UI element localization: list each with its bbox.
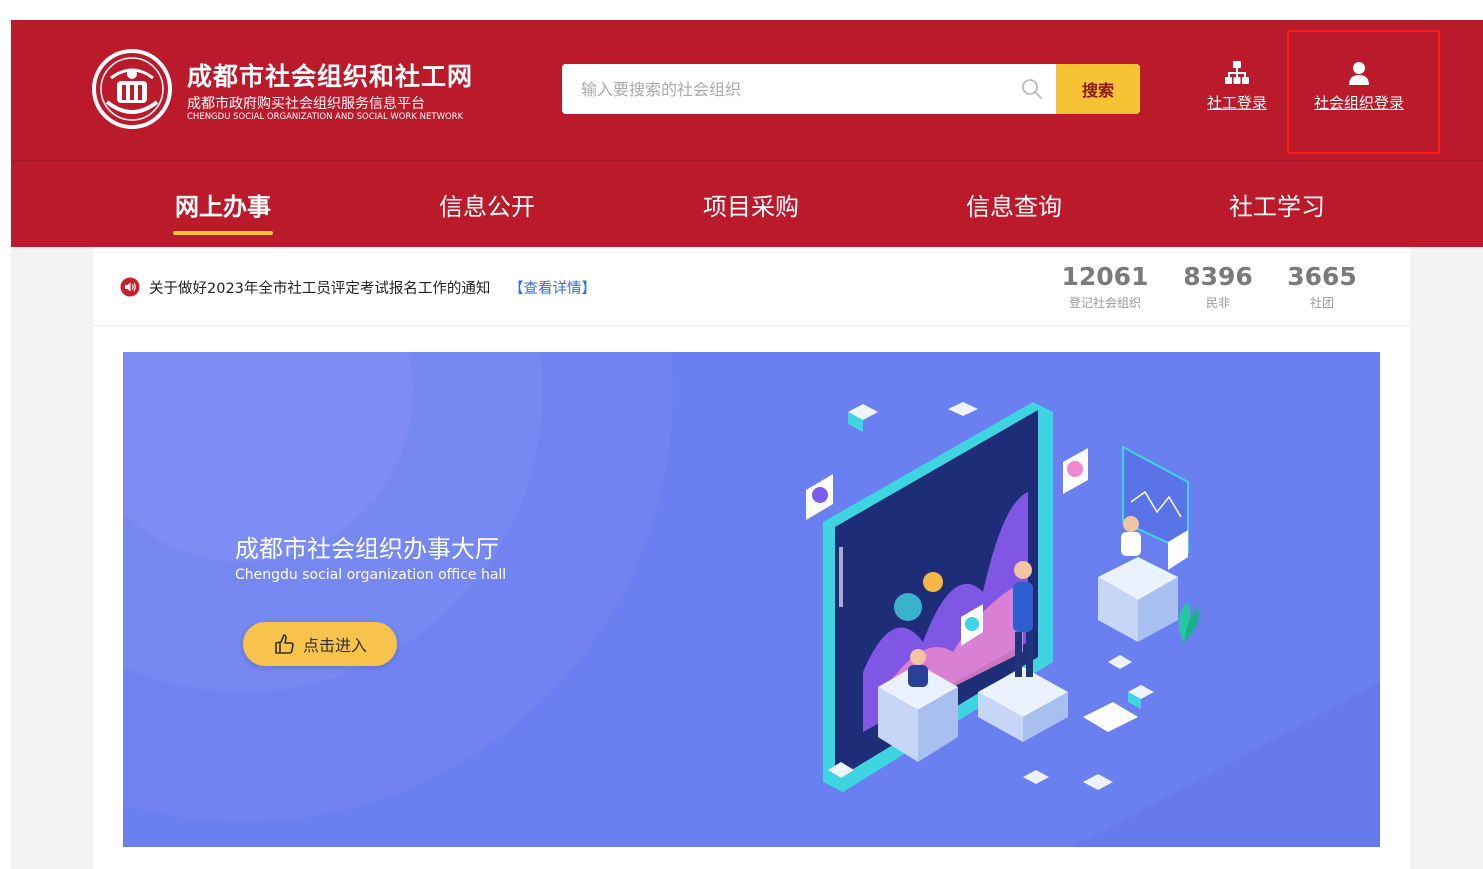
social-worker-login-link[interactable]: 社工登录 bbox=[1192, 60, 1282, 113]
stat-value: 8396 bbox=[1183, 262, 1253, 291]
page: 成都市社会组织和社工网 成都市政府购买社会组织服务信息平台 CHENGDU SO… bbox=[11, 20, 1483, 869]
banner-illustration bbox=[123, 352, 1380, 847]
nav-item-procurement[interactable]: 项目采购 bbox=[651, 161, 851, 248]
browser-top-strip bbox=[0, 0, 1483, 20]
site-header: 成都市社会组织和社工网 成都市政府购买社会组织服务信息平台 CHENGDU SO… bbox=[11, 20, 1483, 160]
nav-active-indicator bbox=[173, 231, 273, 235]
stat-associations: 3665 社团 bbox=[1282, 262, 1362, 311]
nav-item-social-work-study[interactable]: 社工学习 bbox=[1177, 161, 1377, 248]
site-subtitle: 成都市政府购买社会组织服务信息平台 bbox=[187, 96, 425, 112]
cropped-title-text bbox=[10, 0, 1060, 8]
pointing-hand-icon bbox=[275, 634, 294, 654]
org-chart-icon bbox=[1225, 61, 1249, 84]
nav-item-info-disclosure[interactable]: 信息公开 bbox=[387, 161, 587, 248]
site-subtitle-en: CHENGDU SOCIAL ORGANIZATION AND SOCIAL W… bbox=[187, 112, 464, 122]
stat-private-nonenterprise: 8396 民非 bbox=[1178, 262, 1258, 311]
enter-button[interactable]: 点击进入 bbox=[243, 622, 397, 666]
enter-button-label[interactable]: 点击进入 bbox=[303, 632, 367, 656]
notice-bar: 关于做好2023年全市社工员评定考试报名工作的通知 【查看详情】 12061 登… bbox=[93, 247, 1410, 326]
search-input[interactable] bbox=[562, 64, 1056, 114]
social-worker-login-label[interactable]: 社工登录 bbox=[1192, 92, 1282, 113]
search-button[interactable]: 搜索 bbox=[1056, 64, 1140, 114]
stat-label: 登记社会组织 bbox=[1068, 296, 1141, 310]
site-title: 成都市社会组织和社工网 bbox=[187, 62, 474, 91]
stat-value: 3665 bbox=[1287, 262, 1357, 291]
search-bar: 搜索 bbox=[562, 64, 1140, 114]
nav-item-info-query[interactable]: 信息查询 bbox=[914, 161, 1114, 248]
notice-text[interactable]: 关于做好2023年全市社工员评定考试报名工作的通知 bbox=[149, 277, 490, 298]
stat-value: 12061 bbox=[1061, 262, 1149, 291]
stat-registered-orgs: 12061 登记社会组织 bbox=[1055, 262, 1155, 311]
notice-details-link[interactable]: 【查看详情】 bbox=[509, 277, 596, 298]
stat-label: 社团 bbox=[1309, 296, 1334, 310]
search-icon[interactable] bbox=[1020, 77, 1044, 101]
office-hall-banner: 成都市社会组织办事大厅 Chengdu social organization … bbox=[123, 352, 1380, 847]
stat-label: 民非 bbox=[1205, 296, 1230, 310]
site-logo-icon[interactable] bbox=[91, 48, 173, 130]
main-content: 关于做好2023年全市社工员评定考试报名工作的通知 【查看详情】 12061 登… bbox=[93, 247, 1410, 869]
highlight-box bbox=[1287, 30, 1440, 154]
speaker-icon bbox=[120, 277, 140, 297]
banner-subtitle: Chengdu social organization office hall bbox=[235, 567, 507, 583]
banner-title: 成都市社会组织办事大厅 bbox=[235, 535, 499, 563]
main-nav: 网上办事 信息公开 项目采购 信息查询 社工学习 bbox=[11, 160, 1483, 247]
